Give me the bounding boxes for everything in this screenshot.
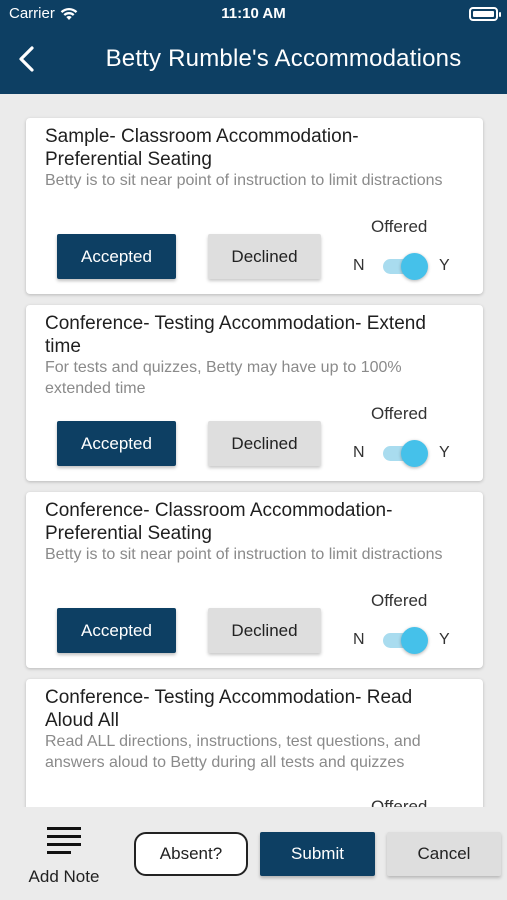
add-note-button[interactable]: Add Note [22, 825, 106, 889]
offered-toggle[interactable] [381, 626, 428, 654]
add-note-label: Add Note [28, 867, 100, 886]
cancel-button[interactable]: Cancel [387, 832, 501, 876]
submit-button[interactable]: Submit [260, 832, 375, 876]
accommodation-title: Conference- Testing Accommodation- Read … [45, 687, 413, 731]
app-header: Carrier 11:10 AM Betty Rumble's Accommod… [0, 0, 507, 94]
declined-button[interactable]: Declined [208, 608, 321, 653]
offered-label: Offered [371, 591, 428, 610]
toggle-yes-label: Y [439, 444, 450, 461]
toggle-yes-label: Y [439, 257, 450, 274]
accepted-button[interactable]: Accepted [57, 608, 176, 653]
back-chevron-icon[interactable] [14, 45, 42, 73]
battery-icon [469, 7, 501, 21]
status-bar: Carrier 11:10 AM [0, 0, 507, 28]
accommodation-description: Betty is to sit near point of instructio… [45, 172, 443, 189]
accommodation-title: Sample- Classroom Accommodation- Prefere… [45, 126, 359, 170]
offered-toggle[interactable] [381, 252, 428, 280]
offered-label: Offered [371, 797, 428, 807]
declined-button[interactable]: Declined [208, 234, 321, 279]
toggle-no-label: N [353, 444, 365, 461]
accommodation-card: Conference- Testing Accommodation- Read … [26, 679, 483, 807]
accommodation-description: Read ALL directions, instructions, test … [45, 733, 421, 771]
accommodation-title: Conference- Testing Accommodation- Exten… [45, 313, 426, 357]
footer-bar: Add Note Absent? Submit Cancel [0, 807, 507, 900]
accommodation-card: Sample- Classroom Accommodation- Prefere… [26, 118, 483, 294]
absent-button[interactable]: Absent? [134, 832, 248, 876]
offered-label: Offered [371, 404, 428, 423]
accommodation-card: Conference- Testing Accommodation- Exten… [26, 305, 483, 481]
accommodation-card: Conference- Classroom Accommodation- Pre… [26, 492, 483, 668]
page-title: Betty Rumble's Accommodations [105, 45, 462, 72]
declined-button[interactable]: Declined [208, 421, 321, 466]
toggle-yes-label: Y [439, 631, 450, 648]
clock: 11:10 AM [221, 5, 286, 22]
lines-icon [47, 827, 81, 854]
offered-label: Offered [371, 217, 428, 236]
accommodation-description: Betty is to sit near point of instructio… [45, 546, 443, 563]
toggle-no-label: N [353, 631, 365, 648]
accommodation-description: For tests and quizzes, Betty may have up… [45, 359, 402, 397]
accepted-button[interactable]: Accepted [57, 234, 176, 279]
accepted-button[interactable]: Accepted [57, 421, 176, 466]
offered-toggle[interactable] [381, 439, 428, 467]
accommodation-list[interactable]: Sample- Classroom Accommodation- Prefere… [0, 94, 507, 807]
toggle-no-label: N [353, 257, 365, 274]
accommodation-title: Conference- Classroom Accommodation- Pre… [45, 500, 393, 544]
